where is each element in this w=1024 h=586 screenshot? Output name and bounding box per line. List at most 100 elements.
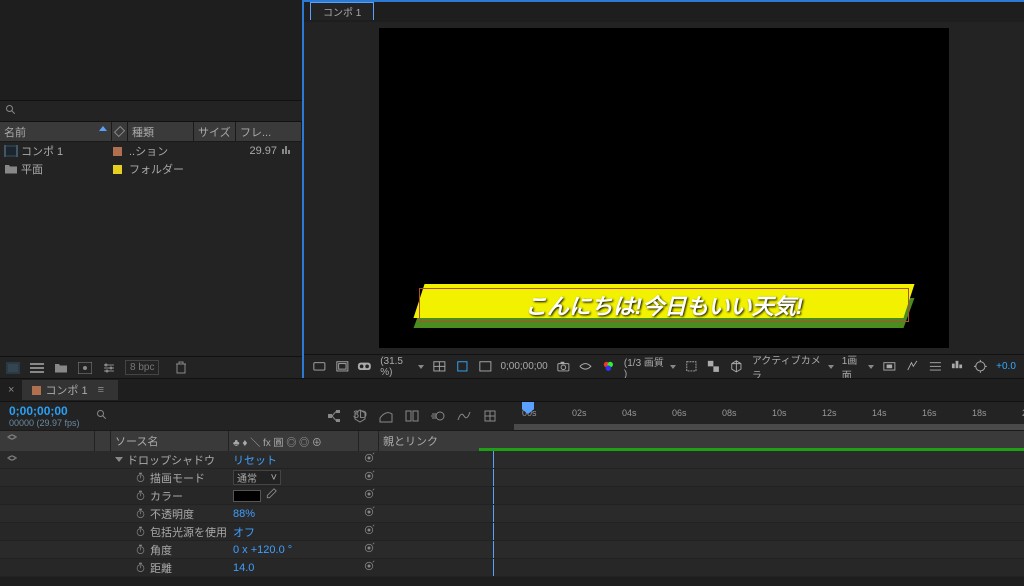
link-header[interactable] — [359, 431, 379, 451]
link-icon[interactable] — [363, 488, 375, 503]
stopwatch-icon[interactable] — [135, 490, 146, 501]
timeline-controls: 0;00;00;00 00000 (29.97 fps) 3D 00s02s04… — [0, 401, 1024, 431]
bit-depth[interactable]: 8 bpc — [125, 360, 159, 375]
motionblur-icon[interactable] — [430, 408, 446, 424]
project-search-input[interactable] — [21, 105, 297, 117]
frameblend-icon[interactable] — [404, 408, 420, 424]
pixel-aspect-icon[interactable] — [882, 359, 897, 375]
link-icon[interactable] — [363, 506, 375, 521]
source-header[interactable]: ソース名 — [111, 431, 229, 451]
tab-menu-icon[interactable]: ≡ — [98, 384, 104, 396]
snapshot-icon[interactable] — [556, 359, 571, 375]
property-row[interactable]: 包括光源を使用オフ — [0, 523, 1024, 541]
timeline-icon[interactable] — [928, 359, 943, 375]
viewer-tab[interactable]: コンポ 1 — [310, 2, 374, 20]
camera-select[interactable]: アクティブカメラ — [752, 352, 834, 382]
link-icon[interactable] — [363, 524, 375, 539]
shy-icon[interactable] — [378, 408, 394, 424]
property-row[interactable]: 距離14.0 — [0, 559, 1024, 577]
property-row[interactable]: 角度0 x +120.0 ° — [0, 541, 1024, 559]
roi-icon[interactable] — [684, 359, 699, 375]
prop-value[interactable]: 0 x +120.0 ° — [233, 544, 292, 556]
exposure-value[interactable]: +0.0 — [996, 361, 1016, 372]
col-size[interactable]: サイズ — [194, 122, 236, 141]
flowchart-icon[interactable] — [951, 359, 966, 375]
prop-value[interactable]: オフ — [233, 524, 255, 540]
chevron-down-icon — [868, 365, 874, 369]
parent-header[interactable]: 親とリンク — [379, 433, 479, 449]
show-snapshot-icon[interactable] — [578, 359, 593, 375]
view-select[interactable]: 1画面 — [842, 352, 875, 382]
playhead-line — [493, 505, 494, 522]
col-name[interactable]: 名前 — [0, 122, 112, 141]
timeline-tab[interactable]: コンポ 1 ≡ — [22, 380, 118, 400]
comp-mini-flowchart-icon[interactable] — [326, 408, 342, 424]
av-header[interactable] — [0, 431, 95, 451]
switches-header[interactable]: ♣ ♦ ＼ fx 圓 ◎ ◎ ⊕ — [229, 431, 359, 451]
reset-exposure-icon[interactable] — [973, 359, 988, 375]
reset-link[interactable]: リセット — [233, 452, 277, 468]
project-item-comp[interactable]: コンポ 1 ..ション 29.97 — [0, 142, 302, 160]
current-time[interactable]: 0;00;00;00 — [500, 361, 547, 372]
visibility-icon[interactable] — [6, 452, 18, 467]
link-icon[interactable] — [363, 470, 375, 485]
mask-icon[interactable] — [455, 359, 470, 375]
eyedropper-icon[interactable] — [265, 488, 277, 503]
mode-select[interactable]: 通常 ˅ — [233, 470, 281, 485]
resolution-select[interactable]: (1/3 画質 ) — [624, 354, 676, 380]
composition-view[interactable]: こんにちは!今日もいい天気! — [379, 28, 949, 348]
link-icon[interactable] — [363, 542, 375, 557]
prop-value[interactable]: 88% — [233, 508, 255, 520]
viewer-canvas[interactable]: こんにちは!今日もいい天気! — [304, 22, 1024, 354]
project-item-folder[interactable]: 平面 フォルダー — [0, 160, 302, 178]
timeline-search[interactable] — [96, 409, 216, 424]
col-type[interactable]: 種類 — [128, 122, 194, 141]
new-comp-icon[interactable] — [77, 360, 93, 376]
fast-preview-icon[interactable] — [905, 359, 920, 375]
channel-icon[interactable] — [601, 359, 616, 375]
stopwatch-icon[interactable] — [135, 544, 146, 555]
property-row[interactable]: カラー — [0, 487, 1024, 505]
item-tag[interactable] — [113, 147, 129, 156]
col-fps[interactable]: フレ... — [236, 122, 302, 141]
timecode-display[interactable]: 0;00;00;00 00000 (29.97 fps) — [0, 404, 96, 428]
always-preview-icon[interactable] — [312, 359, 327, 375]
work-area[interactable] — [514, 424, 1024, 430]
safe-zones-icon[interactable] — [432, 359, 447, 375]
graph-editor-icon[interactable] — [456, 408, 472, 424]
3d-icon[interactable] — [729, 359, 744, 375]
timeline-ruler-area[interactable]: 00s02s04s06s08s10s12s14s16s18s20s — [514, 402, 1024, 430]
layer-icon[interactable] — [335, 359, 350, 375]
item-tag[interactable] — [113, 165, 129, 174]
vr-icon[interactable] — [357, 359, 372, 375]
col-tag[interactable] — [112, 122, 128, 141]
close-tab-icon[interactable]: × — [4, 384, 18, 396]
trash-icon[interactable] — [173, 360, 189, 376]
stopwatch-icon[interactable] — [135, 508, 146, 519]
draft3d-icon[interactable]: 3D — [352, 408, 368, 424]
stopwatch-icon[interactable] — [135, 472, 146, 483]
folder-icon[interactable] — [53, 360, 69, 376]
playhead-line — [493, 469, 494, 486]
settings-icon[interactable] — [101, 360, 117, 376]
property-row[interactable]: 不透明度88% — [0, 505, 1024, 523]
telop-graphic[interactable]: こんにちは!今日もいい天気! — [419, 280, 909, 328]
brainstorm-icon[interactable] — [482, 408, 498, 424]
link-icon[interactable] — [363, 560, 375, 575]
telop-text[interactable]: こんにちは!今日もいい天気! — [419, 288, 909, 322]
list-view-icon[interactable] — [29, 360, 45, 376]
num-header[interactable] — [95, 431, 111, 451]
time-icon[interactable] — [478, 359, 493, 375]
stopwatch-icon[interactable] — [135, 526, 146, 537]
transparency-icon[interactable] — [706, 359, 721, 375]
stopwatch-icon[interactable] — [135, 562, 146, 573]
prop-value[interactable]: 14.0 — [233, 562, 254, 574]
twirl-icon[interactable] — [115, 457, 123, 462]
color-chip[interactable] — [233, 490, 261, 502]
link-icon[interactable] — [363, 452, 375, 467]
effect-row[interactable]: ドロップシャドウ リセット — [0, 451, 1024, 469]
viewer-tabs: コンポ 1 — [304, 2, 1024, 22]
property-row[interactable]: 描画モード通常 ˅ — [0, 469, 1024, 487]
interpret-icon[interactable] — [5, 360, 21, 376]
zoom-select[interactable]: (31.5 %) — [380, 356, 424, 378]
